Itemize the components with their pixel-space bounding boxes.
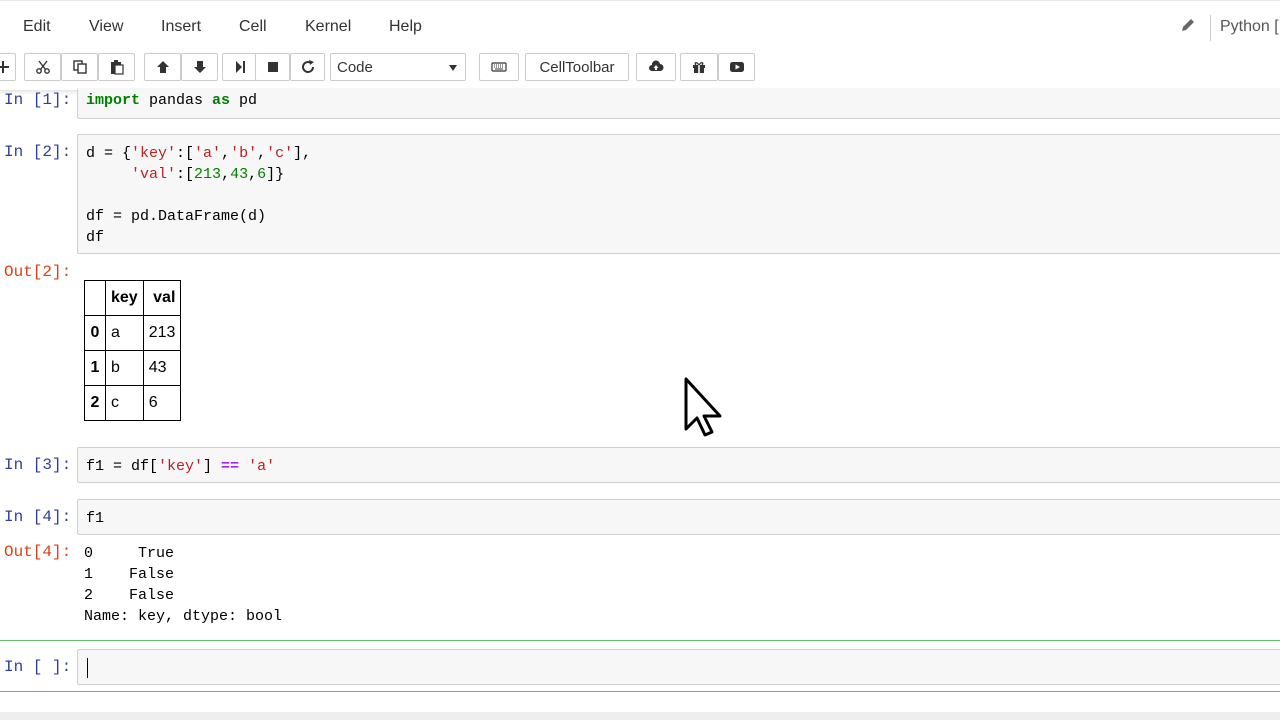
table-cell: 43: [142, 350, 182, 386]
paste-button[interactable]: [98, 53, 135, 81]
cell-4-prompt: In [4]:: [4, 508, 72, 526]
add-cell-icon: [0, 61, 9, 73]
stop-icon: [267, 62, 278, 72]
cut-icon: [35, 60, 50, 74]
cell-4-code: f1: [86, 510, 105, 527]
cell-type-value: Code: [337, 59, 373, 76]
menu-insert[interactable]: Insert: [161, 18, 201, 36]
kernel-name[interactable]: Python [: [1220, 18, 1279, 36]
cell-2-input[interactable]: d = {'key':['a','b','c'], 'val':[213,43,…: [77, 134, 1280, 254]
cell-5-input[interactable]: [77, 649, 1280, 685]
out-4-text: 0 True 1 False 2 False Name: key, dtype:…: [84, 545, 283, 625]
menu-edit[interactable]: Edit: [23, 18, 51, 36]
keyboard-shortcuts-button[interactable]: [479, 53, 519, 81]
text-cursor: [87, 658, 88, 678]
move-down-icon: [193, 61, 206, 73]
mouse-pointer-icon: [684, 377, 722, 437]
bottom-strip: [0, 712, 1280, 720]
toolbar: Code CellToolbar: [0, 46, 1280, 91]
column-header-key: key: [105, 280, 144, 316]
cell-1-input[interactable]: import pandas as pd: [77, 88, 1280, 119]
pencil-icon[interactable]: [1180, 17, 1196, 33]
column-header-val: val: [142, 280, 182, 316]
table-header-row: key val: [84, 280, 182, 316]
menu-view[interactable]: View: [89, 18, 123, 36]
index-header: [84, 280, 106, 316]
cell-1-code: import pandas as pd: [86, 92, 258, 109]
table-row: 2 c 6: [84, 385, 182, 421]
copy-button[interactable]: [61, 53, 98, 81]
cell-3-input[interactable]: f1 = df['key'] == 'a': [77, 447, 1280, 483]
move-up-button[interactable]: [144, 53, 181, 81]
row-index: 2: [84, 385, 106, 421]
out-2-prompt: Out[2]:: [4, 263, 72, 281]
table-row: 0 a 213: [84, 315, 182, 351]
run-icon: [235, 61, 245, 73]
table-cell: c: [105, 385, 144, 421]
cell-5-prompt: In [ ]:: [4, 658, 72, 676]
row-index: 1: [84, 350, 106, 386]
gift-icon: [693, 62, 705, 73]
move-up-icon: [156, 61, 169, 73]
youtube-icon: [729, 62, 744, 72]
celltoolbar-button[interactable]: CellToolbar: [525, 53, 629, 81]
paste-icon: [110, 60, 124, 75]
video-button[interactable]: [718, 53, 755, 81]
restart-icon: [301, 60, 314, 73]
cell-2-code: d = {'key':['a','b','c'], 'val':[213,43,…: [86, 145, 312, 246]
menu-help[interactable]: Help: [389, 18, 422, 36]
run-button[interactable]: [222, 53, 257, 81]
restart-button[interactable]: [290, 53, 325, 81]
out-4-prompt: Out[4]:: [4, 543, 72, 561]
dataframe-table: key val 0 a 213 1 b 43 2 c 6: [84, 280, 182, 421]
table-row: 1 b 43: [84, 350, 182, 386]
cell-2-prompt: In [2]:: [4, 143, 72, 161]
publish-button[interactable]: [636, 53, 676, 81]
menu-cell[interactable]: Cell: [239, 18, 267, 36]
add-cell-button[interactable]: [0, 53, 16, 81]
cell-1-prompt: In [1]:: [4, 91, 72, 109]
gift-button[interactable]: [680, 53, 718, 81]
keyboard-icon: [491, 62, 507, 72]
copy-icon: [72, 60, 87, 74]
table-cell: a: [105, 315, 144, 351]
row-index: 0: [84, 315, 106, 351]
table-cell: b: [105, 350, 144, 386]
cell-3-code: f1 = df['key'] == 'a': [86, 458, 276, 475]
celltoolbar-label: CellToolbar: [539, 58, 615, 76]
kernel-separator: [1210, 15, 1211, 41]
menu-bar: Edit View Insert Cell Kernel Help Python…: [0, 0, 1280, 47]
table-cell: 213: [142, 315, 182, 351]
menu-kernel[interactable]: Kernel: [305, 18, 351, 36]
cloud-upload-icon: [649, 60, 664, 71]
cut-button[interactable]: [24, 53, 61, 81]
cell-4-input[interactable]: f1: [77, 499, 1280, 535]
chevron-down-icon: [449, 65, 457, 71]
cell-3-prompt: In [3]:: [4, 456, 72, 474]
move-down-button[interactable]: [181, 53, 218, 81]
table-cell: 6: [142, 385, 182, 421]
stop-button[interactable]: [255, 53, 290, 81]
cell-type-select[interactable]: Code: [330, 53, 466, 81]
